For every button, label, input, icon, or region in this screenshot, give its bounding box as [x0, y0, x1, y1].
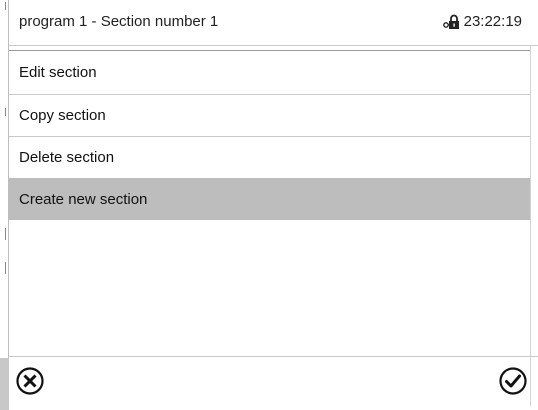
- menu-item-copy-section[interactable]: Copy section: [9, 94, 531, 136]
- controller-screen: program 1 - Section number 1 23:22:19 Ed…: [0, 0, 538, 410]
- confirm-button[interactable]: [497, 366, 529, 401]
- status-area: 23:22:19: [442, 13, 522, 30]
- edge-tick: [5, 2, 6, 10]
- left-edge-strip: [0, 0, 9, 410]
- circle-check-icon: [498, 366, 528, 401]
- lock-key-icon: [442, 14, 460, 30]
- menu-item-label: Edit section: [19, 64, 97, 81]
- edge-shade: [0, 358, 9, 410]
- clock-time: 23:22:19: [463, 13, 522, 30]
- menu-item-label: Delete section: [19, 149, 115, 166]
- edge-tick: [5, 228, 6, 240]
- edge-tick: [5, 108, 6, 116]
- menu-item-label: Copy section: [19, 107, 106, 124]
- right-divider: [530, 46, 531, 406]
- section-menu: Edit section Copy section Delete section…: [9, 50, 531, 220]
- circle-x-icon: [15, 366, 45, 401]
- title-bar: program 1 - Section number 1 23:22:19: [9, 0, 538, 46]
- menu-item-create-new-section[interactable]: Create new section: [9, 178, 531, 220]
- menu-item-label: Create new section: [19, 191, 148, 208]
- edge-tick: [5, 262, 6, 274]
- page-title: program 1 - Section number 1: [19, 13, 219, 30]
- cancel-button[interactable]: [14, 366, 46, 401]
- action-bar: [9, 356, 538, 410]
- menu-item-delete-section[interactable]: Delete section: [9, 136, 531, 178]
- menu-item-edit-section[interactable]: Edit section: [9, 50, 531, 94]
